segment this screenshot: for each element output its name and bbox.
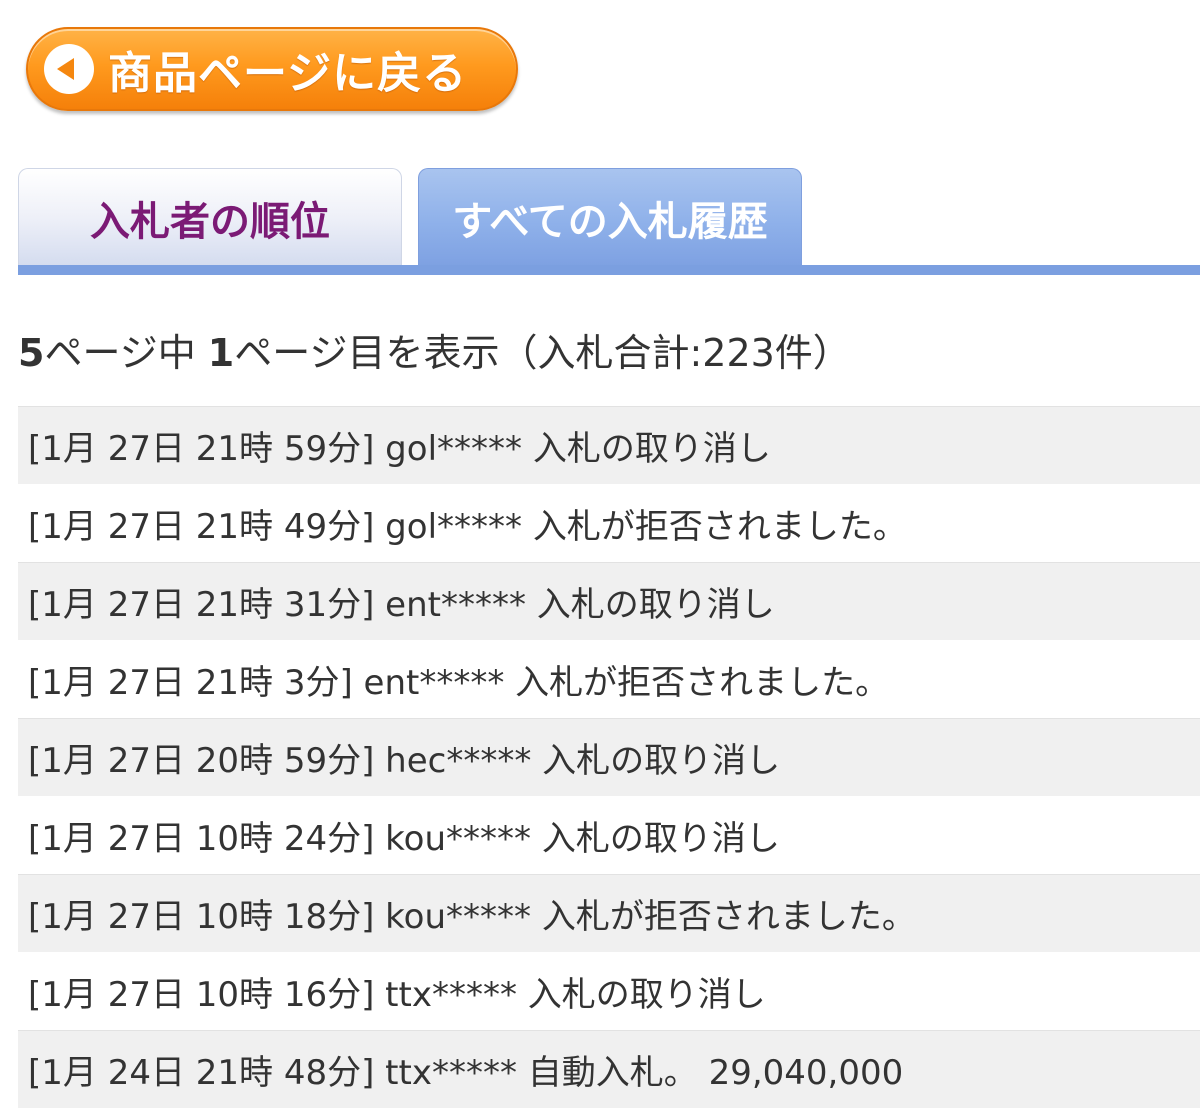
history-row: [1月 27日 21時 49分] gol***** 入札が拒否されました。	[28, 506, 907, 547]
tab-all-bid-history[interactable]: すべての入札履歴	[418, 168, 802, 266]
tab-bidder-ranking-label: 入札者の順位	[90, 198, 330, 245]
back-to-product-button[interactable]: 商品ページに戻る	[26, 27, 518, 111]
tab-all-bid-history-label: すべての入札履歴	[452, 198, 768, 245]
history-row: [1月 27日 10時 16分] ttx***** 入札の取り消し	[28, 974, 766, 1015]
tab-bidder-ranking[interactable]: 入札者の順位	[18, 168, 402, 266]
history-row: [1月 24日 21時 48分] ttx***** 自動入札。 29,040,0…	[18, 1030, 1200, 1108]
summary-text-b: ページ目を表示（入札合計:223件）	[234, 331, 851, 375]
history-row: [1月 27日 21時 3分] ent***** 入札が拒否されました。	[28, 662, 890, 703]
bid-history-list: [1月 27日 21時 59分] gol***** 入札の取り消し [1月 27…	[18, 406, 1200, 1108]
history-row: [1月 27日 10時 24分] kou***** 入札の取り消し	[28, 818, 780, 859]
history-row: [1月 27日 20時 59分] hec***** 入札の取り消し	[18, 718, 1200, 796]
total-pages: 5	[18, 331, 45, 375]
history-row: [1月 27日 10時 18分] kou***** 入札が拒否されました。	[18, 874, 1200, 952]
current-page: 1	[207, 331, 235, 375]
page-summary: 5ページ中 1ページ目を表示（入札合計:223件）	[18, 322, 851, 377]
left-arrow-circle-icon	[44, 44, 94, 94]
history-row: [1月 27日 21時 31分] ent***** 入札の取り消し	[18, 562, 1200, 640]
tab-underline	[18, 265, 1200, 275]
back-button-label: 商品ページに戻る	[108, 48, 468, 99]
summary-text-a: ページ中	[44, 331, 208, 375]
history-row: [1月 27日 21時 59分] gol***** 入札の取り消し	[18, 406, 1200, 484]
